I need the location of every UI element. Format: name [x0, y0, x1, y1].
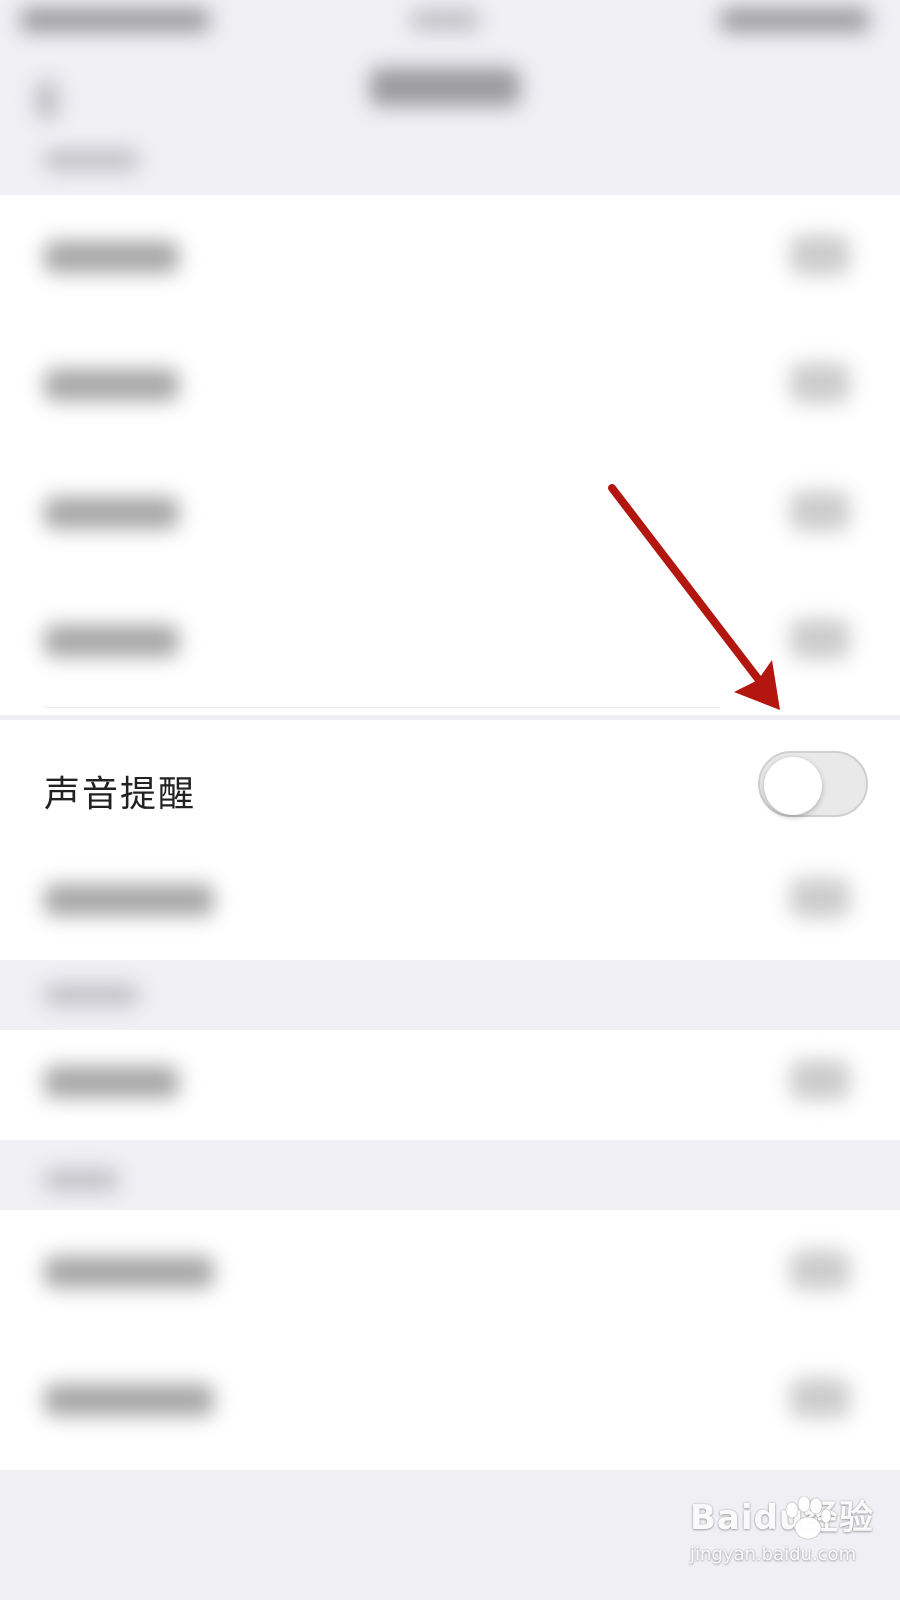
sound-reminder-row[interactable]: 声音提醒 — [0, 720, 900, 848]
baidu-jingyan-watermark: Baidu经验 jingyan.baidu.com — [690, 1490, 880, 1580]
row-label-blurred — [44, 884, 214, 916]
row-control-blurred — [790, 1250, 850, 1290]
row-control-blurred — [790, 491, 850, 531]
row-label-blurred — [44, 497, 179, 529]
row-label-blurred — [44, 369, 179, 401]
status-bar-right-blurred — [720, 8, 870, 32]
section-header-blurred — [44, 985, 139, 1005]
row-control-blurred — [790, 363, 850, 403]
row-control-blurred — [790, 619, 850, 659]
settings-row-blurred[interactable] — [0, 579, 900, 707]
settings-row-blurred[interactable] — [0, 323, 900, 451]
navigation-bar — [0, 50, 900, 170]
settings-group-2 — [0, 1030, 900, 1140]
settings-row-blurred[interactable] — [0, 848, 900, 960]
section-header-blurred — [44, 150, 139, 170]
back-icon[interactable] — [36, 80, 58, 120]
settings-row-blurred[interactable] — [0, 195, 900, 323]
row-label-blurred — [44, 625, 179, 657]
page-title-blurred — [370, 68, 520, 106]
settings-group-1 — [0, 195, 900, 715]
settings-group-1-continued — [0, 848, 900, 960]
settings-group-3 — [0, 1210, 900, 1470]
status-bar — [0, 0, 900, 50]
settings-row-blurred[interactable] — [0, 1338, 900, 1466]
sound-reminder-label: 声音提醒 — [44, 774, 197, 815]
row-control-blurred — [790, 878, 850, 918]
settings-row-blurred[interactable] — [0, 1210, 900, 1338]
sound-reminder-toggle[interactable] — [758, 751, 868, 817]
row-control-blurred — [790, 1378, 850, 1418]
status-bar-center-blurred — [410, 10, 480, 30]
row-label-blurred — [44, 1066, 179, 1098]
settings-row-blurred[interactable] — [0, 451, 900, 579]
row-label-blurred — [44, 241, 179, 273]
row-control-blurred — [790, 1060, 850, 1100]
row-divider — [44, 707, 720, 708]
watermark-url: jingyan.baidu.com — [690, 1544, 857, 1565]
status-bar-left-blurred — [20, 8, 210, 32]
paw-logo-icon — [785, 1496, 832, 1540]
toggle-knob — [764, 757, 822, 815]
settings-row-blurred[interactable] — [0, 1030, 900, 1140]
row-label-blurred — [44, 1256, 214, 1288]
row-control-blurred — [790, 235, 850, 275]
row-label-blurred — [44, 1384, 214, 1416]
section-header-blurred — [44, 1170, 119, 1190]
